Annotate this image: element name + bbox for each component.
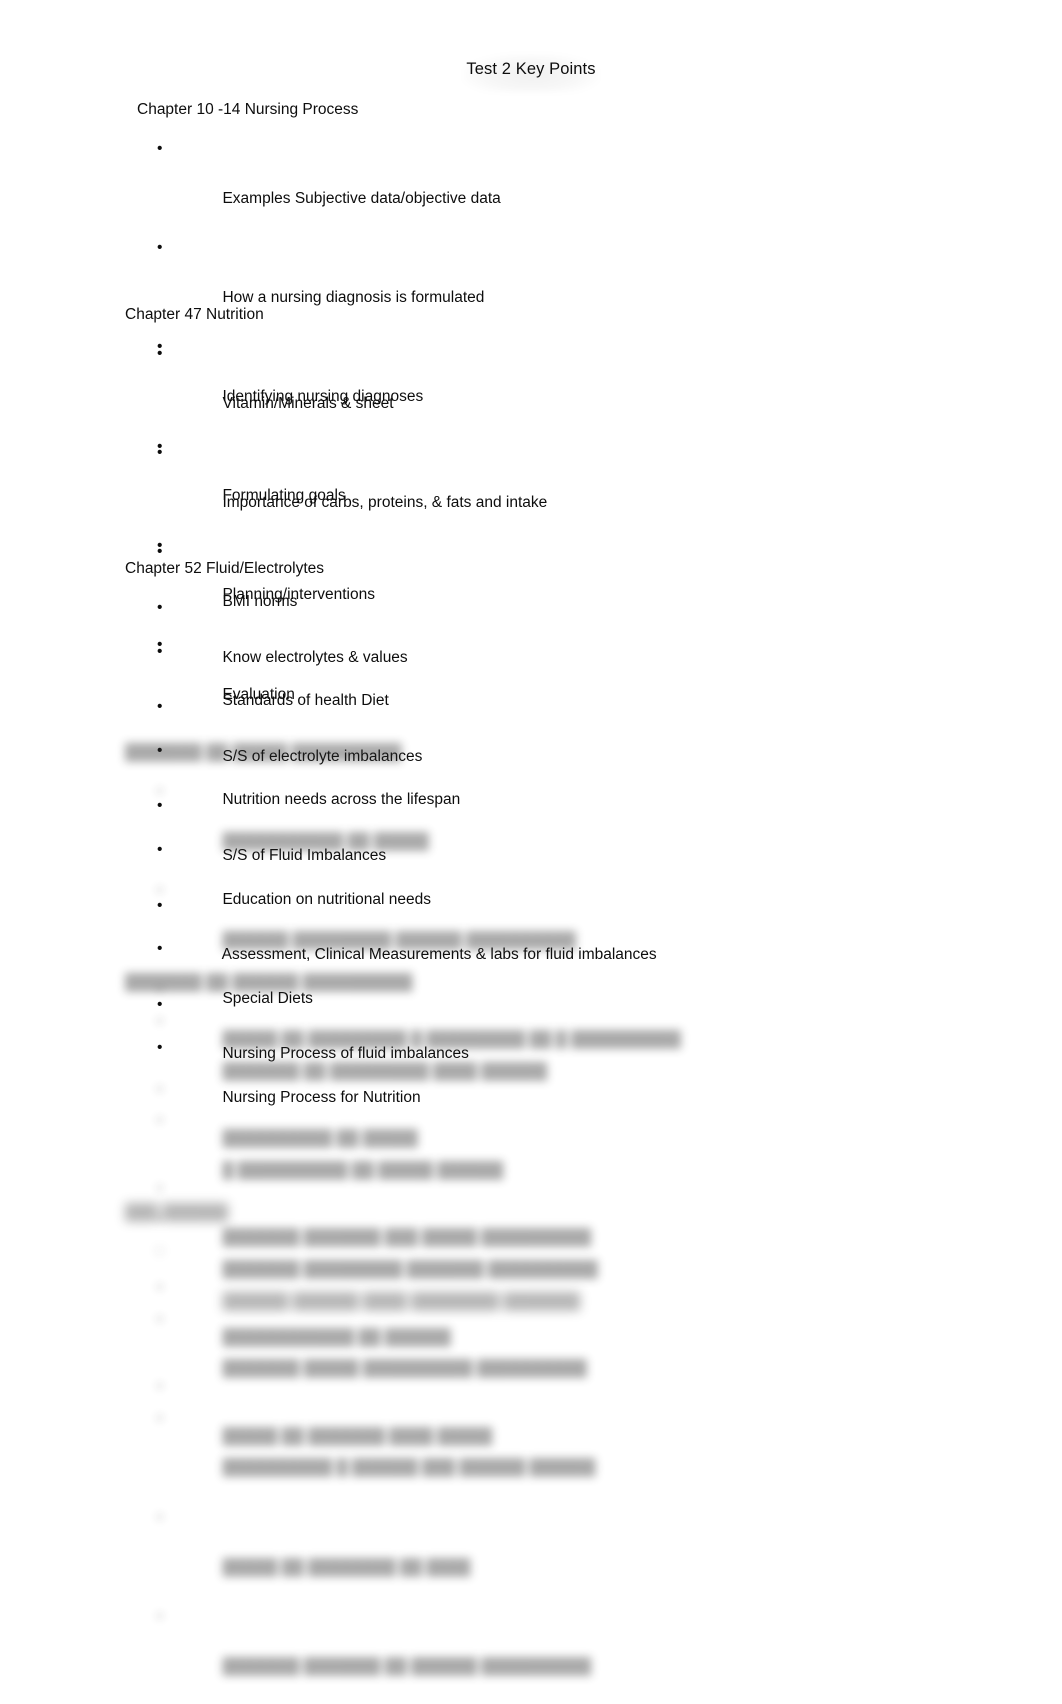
bullet-icon: •	[157, 444, 163, 462]
bullet-icon: •	[157, 345, 163, 362]
list-item: • ███████████ ██ █████	[125, 780, 1025, 879]
list-item: • ███████ ██ █████████ ████ ██████	[125, 1010, 1025, 1109]
list-item: • Importance of carbs, proteins, & fats …	[125, 441, 1025, 540]
list-item-label: ███████████ ██ █████	[222, 832, 429, 850]
list-item: • Examples Subjective data/objective dat…	[125, 137, 1037, 236]
section-heading: ███████ ██ █████ ██████████	[125, 744, 402, 761]
list-item-label: ███████ ███████ ██ ██████ ██████████	[222, 1657, 592, 1675]
list-item-label: ███████ █████ ██████████ ██████████	[222, 1360, 587, 1378]
bullet-icon: •	[157, 1409, 163, 1427]
bullet-icon: •	[157, 599, 163, 616]
document-title-container: Test 2 Key Points	[0, 57, 1062, 82]
bullet-icon: •	[157, 698, 163, 716]
list-item: • ██████████ █ ██████ ███ ██████ ██████	[125, 1407, 1025, 1506]
list-item-label: ███████ ██ █████████ ████ ██████	[222, 1062, 548, 1080]
section-heading: ███ ██████	[125, 1204, 229, 1221]
list-item: • █ ██████████ ██ █████ ██████	[125, 1109, 1025, 1208]
list-item: • Know electrolytes & values	[125, 596, 1025, 695]
bullet-icon: •	[157, 783, 163, 800]
section-heading: Chapter 47 Nutrition	[125, 306, 264, 323]
list-item-label: Vitamin/Minerals & sheet	[222, 394, 394, 412]
list-item-label: Know electrolytes & values	[222, 648, 408, 666]
list-item-label: Importance of carbs, proteins, & fats an…	[222, 493, 548, 511]
bullet-icon: •	[157, 1608, 163, 1626]
page-title: Test 2 Key Points	[466, 60, 596, 78]
section-redacted-3: ███ ██████ • ██████ ██████ ████ ████████…	[125, 1201, 1025, 1339]
list-item: • ███████ ███████ ██ ██████ ██████████	[125, 1605, 1025, 1704]
list-item-label: ██████ █████████ ██████ ██████████	[222, 931, 576, 949]
list-item: • ██████ █████████ ██████ ██████████	[125, 879, 1025, 978]
section-heading: Chapter 52 Fluid/Electrolytes	[125, 560, 325, 577]
bullet-icon: •	[157, 1508, 163, 1526]
document-page: Test 2 Key Points Chapter 10 -14 Nursing…	[0, 0, 1062, 1675]
list-item-label: ██████████ █ ██████ ███ ██████ ██████	[222, 1459, 596, 1477]
bullet-icon: •	[157, 1112, 163, 1130]
section-heading: ███████ ██ ██████ ██████████	[125, 974, 413, 991]
bullet-icon: •	[157, 140, 163, 157]
section-heading: Chapter 10 -14 Nursing Process	[137, 101, 359, 118]
list-item: • ██████ ██████ ████ ████████ ███████	[125, 1240, 1025, 1339]
list-item: • Vitamin/Minerals & sheet	[125, 342, 1025, 441]
bullet-icon: •	[157, 1243, 163, 1260]
list-item: • █████ ██ ████████ ██ ████	[125, 1506, 1025, 1605]
list-item-label: █ ██████████ ██ █████ ██████	[222, 1161, 504, 1179]
list-item-label: ██████ ██████ ████ ████████ ███████	[222, 1292, 581, 1310]
bullet-list: • ██████ ██████ ████ ████████ ███████	[125, 1240, 1025, 1339]
list-item-label: █████ ██ ████████ ██ ████	[222, 1558, 471, 1576]
bullet-icon: •	[157, 1013, 163, 1030]
bullet-icon: •	[157, 882, 163, 900]
list-item-label: Examples Subjective data/objective data	[222, 189, 501, 207]
bullet-icon: •	[157, 239, 163, 257]
bullet-list: • ███████ ██ █████████ ████ ██████ • █ █…	[125, 1010, 1025, 1704]
